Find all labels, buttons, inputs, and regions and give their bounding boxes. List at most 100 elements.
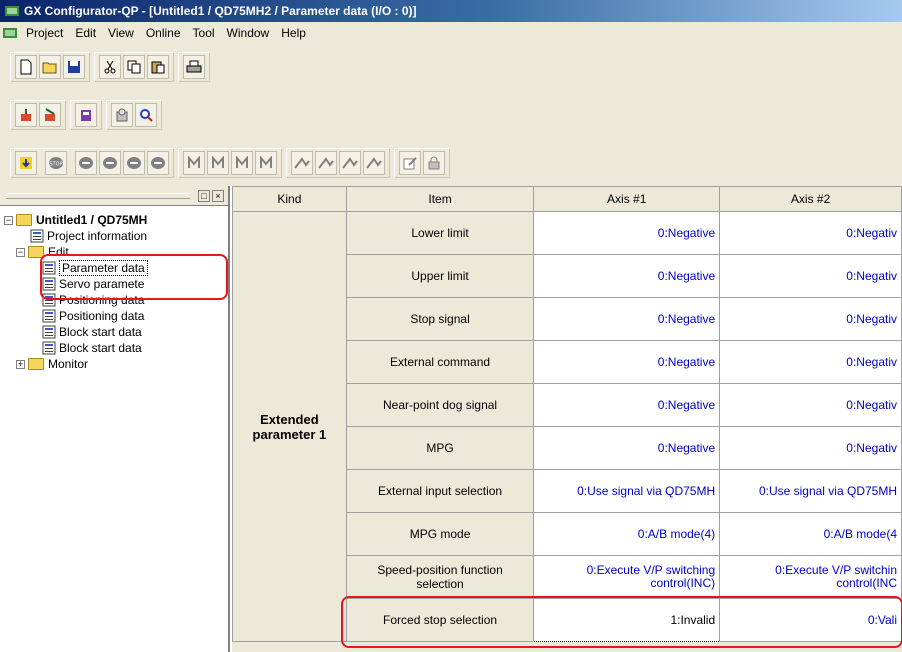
- axis2-cell[interactable]: 0:Vali: [719, 598, 902, 642]
- tree-item-block-start-data-2[interactable]: Block start data: [0, 340, 228, 356]
- menu-online[interactable]: Online: [140, 26, 187, 40]
- axis1-cell[interactable]: 0:Negative: [533, 426, 721, 470]
- axis-icon-4[interactable]: [363, 151, 385, 175]
- mark-icon-2[interactable]: [207, 151, 229, 175]
- jog-icon-3[interactable]: [123, 151, 145, 175]
- toolbar-row-tools: [0, 95, 166, 135]
- toolbar-group-tools-c: [106, 100, 162, 130]
- axis1-cell[interactable]: 0:Negative: [533, 297, 721, 341]
- tree-item-block-start-data-1[interactable]: Block start data: [0, 324, 228, 340]
- paste-icon[interactable]: [147, 55, 169, 79]
- stop-icon[interactable]: STOP: [45, 151, 67, 175]
- item-cell: External input selection: [345, 469, 535, 513]
- edit-icon[interactable]: [399, 151, 421, 175]
- tree-root[interactable]: − Untitled1 / QD75MH: [0, 212, 228, 228]
- tree-item-label: Positioning data: [59, 293, 145, 307]
- mark-icon-4[interactable]: [255, 151, 277, 175]
- toolbar-group-clipboard: [94, 52, 174, 82]
- axis2-cell[interactable]: 0:Negativ: [719, 211, 902, 255]
- tool-b-icon[interactable]: [39, 103, 61, 127]
- tree-item-project-information[interactable]: Project information: [0, 228, 228, 244]
- jog-icon-1[interactable]: [75, 151, 97, 175]
- tree-edit[interactable]: − Edit: [0, 244, 228, 260]
- tree-monitor[interactable]: + Monitor: [0, 356, 228, 372]
- axis1-cell[interactable]: 0:Negative: [533, 340, 721, 384]
- item-cell: Lower limit: [345, 211, 535, 255]
- menu-tool[interactable]: Tool: [187, 26, 221, 40]
- axis1-cell-selected[interactable]: 1:Invalid: [533, 598, 721, 642]
- tree-root-label: Untitled1 / QD75MH: [36, 213, 148, 227]
- collapse-icon[interactable]: −: [4, 215, 13, 225]
- axis2-cell[interactable]: 0:Negativ: [719, 383, 902, 427]
- new-icon[interactable]: [15, 55, 37, 79]
- item-cell: MPG mode: [345, 512, 535, 556]
- mark-icon-3[interactable]: [231, 151, 253, 175]
- collapse-icon[interactable]: −: [16, 247, 25, 257]
- print-icon[interactable]: [183, 55, 205, 79]
- pane-close-icon[interactable]: ×: [212, 189, 224, 202]
- tool-c-icon[interactable]: [75, 103, 97, 127]
- header-axis-2[interactable]: Axis #2: [719, 186, 902, 212]
- item-cell: MPG: [345, 426, 535, 470]
- mark-icon-1[interactable]: [183, 151, 205, 175]
- item-cell: Speed-position function selection: [345, 555, 535, 599]
- copy-icon[interactable]: [123, 55, 145, 79]
- axis1-cell[interactable]: 0:Negative: [533, 211, 721, 255]
- axis2-cell[interactable]: 0:Use signal via QD75MH: [719, 469, 902, 513]
- axis2-cell[interactable]: 0:Negativ: [719, 254, 902, 298]
- axis1-cell[interactable]: 0:Use signal via QD75MH: [533, 469, 721, 513]
- document-menu-icon[interactable]: [2, 25, 18, 41]
- axis1-cell[interactable]: 0:Negative: [533, 254, 721, 298]
- axis-icon-1[interactable]: [291, 151, 313, 175]
- axis2-cell[interactable]: 0:Negativ: [719, 340, 902, 384]
- cut-icon[interactable]: [99, 55, 121, 79]
- menu-help[interactable]: Help: [275, 26, 312, 40]
- toolbar-group-transfer: STOP: [10, 148, 174, 178]
- tree-item-servo-parameter[interactable]: Servo paramete: [0, 276, 228, 292]
- tool-d-icon[interactable]: [111, 103, 133, 127]
- header-axis-1[interactable]: Axis #1: [533, 186, 721, 212]
- tool-a-icon[interactable]: [15, 103, 37, 127]
- tree-item-positioning-data-1[interactable]: Positioning data: [0, 292, 228, 308]
- expand-icon[interactable]: +: [16, 359, 25, 369]
- pane-grip[interactable]: [6, 192, 190, 199]
- tree-item-positioning-data-2[interactable]: Positioning data: [0, 308, 228, 324]
- toolbar-group-marks: [178, 148, 282, 178]
- axis1-cell[interactable]: 0:Execute V/P switching control(INC): [533, 555, 721, 599]
- app-icon: [5, 6, 19, 16]
- toolbar-row-online: STOP: [0, 143, 454, 183]
- axis1-cell[interactable]: 0:Negative: [533, 383, 721, 427]
- menu-project[interactable]: Project: [20, 26, 69, 40]
- tree-item-label: Positioning data: [59, 309, 145, 323]
- document-icon: [42, 277, 56, 291]
- open-icon[interactable]: [39, 55, 61, 79]
- toolbar-group-tools-b: [70, 100, 102, 130]
- jog-icon-2[interactable]: [99, 151, 121, 175]
- pane-restore-icon[interactable]: □: [198, 189, 210, 202]
- lock-icon[interactable]: [423, 151, 445, 175]
- download-icon[interactable]: [15, 151, 37, 175]
- axis2-cell[interactable]: 0:Negativ: [719, 297, 902, 341]
- axis2-value: 0:Use signal via QD75MH: [758, 484, 897, 498]
- axis2-cell[interactable]: 0:A/B mode(4: [719, 512, 902, 556]
- menu-edit[interactable]: Edit: [69, 26, 102, 40]
- parameter-table: Kind Item Axis #1 Axis #2 Extended param…: [232, 186, 902, 642]
- svg-text:STOP: STOP: [49, 162, 62, 168]
- menu-view[interactable]: View: [102, 26, 140, 40]
- axis-icon-3[interactable]: [339, 151, 361, 175]
- menu-window[interactable]: Window: [221, 26, 276, 40]
- axis2-cell[interactable]: 0:Negativ: [719, 426, 902, 470]
- axis2-cell[interactable]: 0:Execute V/P switchin control(INC: [719, 555, 902, 599]
- header-item[interactable]: Item: [345, 186, 535, 212]
- axis1-cell[interactable]: 0:A/B mode(4): [533, 512, 721, 556]
- tree-item-label: Project information: [47, 229, 148, 243]
- item-cell: Stop signal: [345, 297, 535, 341]
- tool-e-icon[interactable]: [135, 103, 157, 127]
- jog-icon-4[interactable]: [147, 151, 169, 175]
- tree-item-parameter-data[interactable]: Parameter data: [0, 260, 228, 276]
- header-kind[interactable]: Kind: [232, 186, 347, 212]
- toolbar-group-axes: [286, 148, 390, 178]
- axis-icon-2[interactable]: [315, 151, 337, 175]
- axis1-value: 0:Use signal via QD75MH: [577, 484, 716, 498]
- save-icon[interactable]: [63, 55, 85, 79]
